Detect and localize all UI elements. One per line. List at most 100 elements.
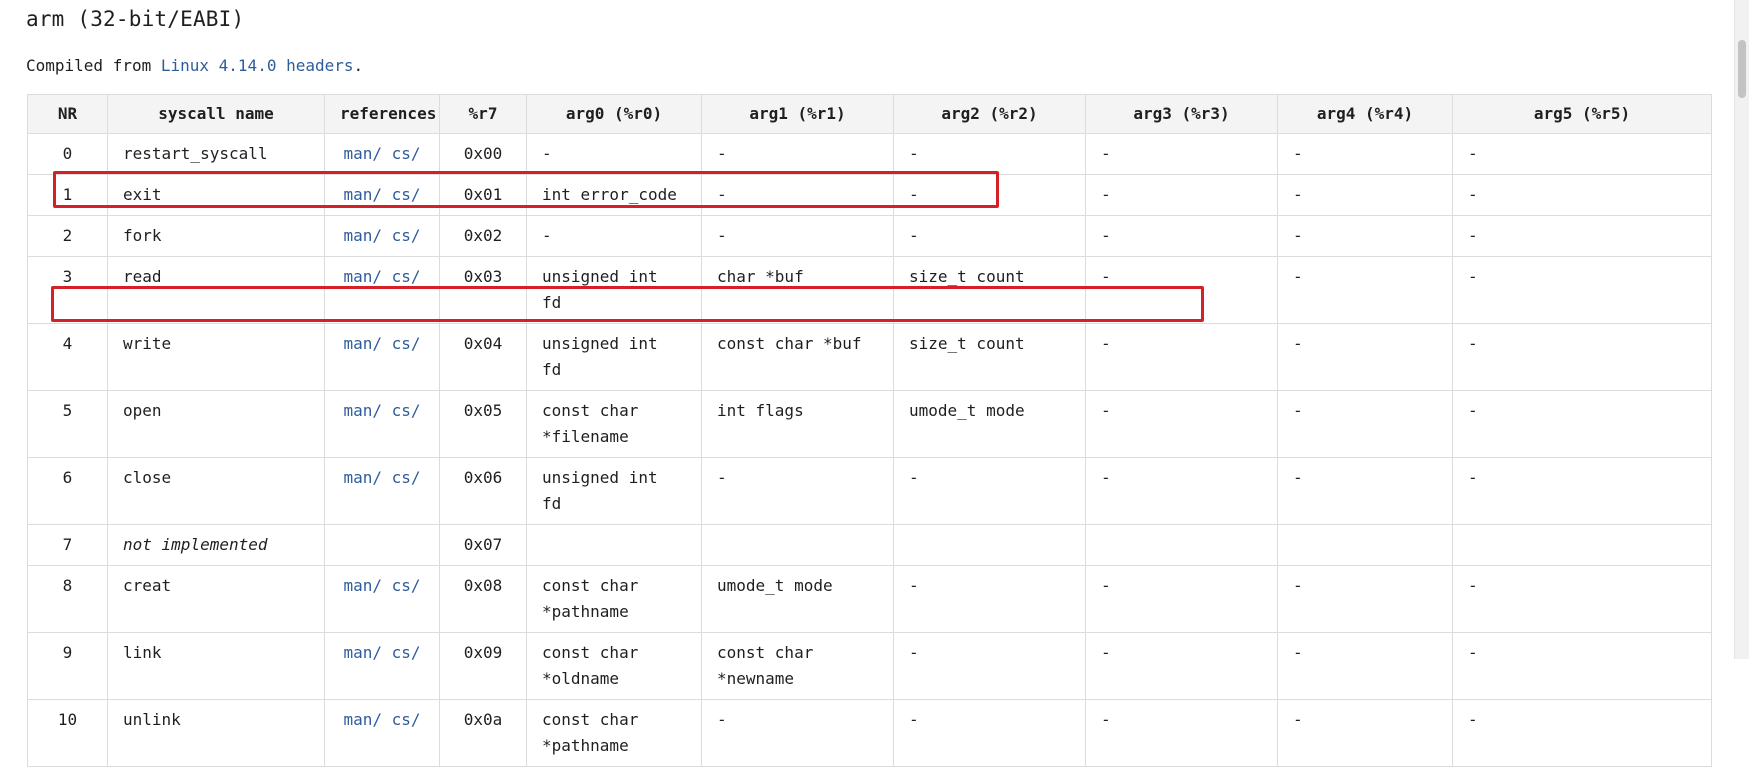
arg0-value [526,524,702,566]
r7-value: 0x07 [439,524,527,566]
row-nr: 8 [27,565,108,633]
row-nr: 5 [27,390,108,458]
arg5-value: - [1452,174,1712,216]
arg5-value: - [1452,215,1712,257]
cs-link[interactable]: cs/ [392,144,421,163]
man-link[interactable]: man/ [343,468,382,487]
arg3-value: - [1085,699,1278,767]
cs-link[interactable]: cs/ [392,185,421,204]
col-header-arg1: arg1 (%r1) [701,94,894,134]
arg2-value: umode_t mode [893,390,1086,458]
row-nr: 3 [27,256,108,324]
man-link[interactable]: man/ [343,576,382,595]
arg0-value: const char *filename [526,390,702,458]
cs-link[interactable]: cs/ [392,226,421,245]
arg1-value: const char *buf [701,323,894,391]
col-header-arg0: arg0 (%r0) [526,94,702,134]
arg4-value: - [1277,215,1453,257]
man-link[interactable]: man/ [343,643,382,662]
row-nr: 0 [27,133,108,175]
col-header-arg5: arg5 (%r5) [1452,94,1712,134]
references-cell: man/ cs/ [324,174,440,216]
references-cell: man/ cs/ [324,390,440,458]
r7-value: 0x03 [439,256,527,324]
arg2-value: - [893,457,1086,525]
arg0-value: unsigned int fd [526,323,702,391]
arg2-value: - [893,632,1086,700]
table-row: 9 link man/ cs/ 0x09 const char *oldname… [27,632,1712,700]
table-row: 5 open man/ cs/ 0x05 const char *filenam… [27,390,1712,458]
man-link[interactable]: man/ [343,144,382,163]
syscall-name: read [107,256,325,324]
table-row: 4 write man/ cs/ 0x04 unsigned int fd co… [27,323,1712,391]
arg0-value: - [526,215,702,257]
cs-link[interactable]: cs/ [392,401,421,420]
table-row: 8 creat man/ cs/ 0x08 const char *pathna… [27,565,1712,633]
table-row: 2 fork man/ cs/ 0x02 - - - - - - [27,215,1712,257]
cs-link[interactable]: cs/ [392,334,421,353]
cs-link[interactable]: cs/ [392,576,421,595]
arg5-value: - [1452,390,1712,458]
references-cell: man/ cs/ [324,565,440,633]
intro-prefix: Compiled from [26,56,161,75]
r7-value: 0x06 [439,457,527,525]
cs-link[interactable]: cs/ [392,267,421,286]
r7-value: 0x05 [439,390,527,458]
col-header-nr: NR [27,94,108,134]
man-link[interactable]: man/ [343,267,382,286]
col-header-arg2: arg2 (%r2) [893,94,1086,134]
arg0-value: int error_code [526,174,702,216]
arg2-value: - [893,565,1086,633]
arg3-value: - [1085,256,1278,324]
arg2-value: size_t count [893,323,1086,391]
arg1-value: int flags [701,390,894,458]
r7-value: 0x04 [439,323,527,391]
scrollbar-thumb[interactable] [1738,40,1746,98]
arg2-value [893,524,1086,566]
arg0-value: - [526,133,702,175]
man-link[interactable]: man/ [343,334,382,353]
r7-value: 0x0a [439,699,527,767]
references-cell: man/ cs/ [324,133,440,175]
row-nr: 2 [27,215,108,257]
arg5-value: - [1452,632,1712,700]
row-nr: 1 [27,174,108,216]
row-nr: 10 [27,699,108,767]
col-header-arg3: arg3 (%r3) [1085,94,1278,134]
arg2-value: - [893,174,1086,216]
arg2-value: - [893,215,1086,257]
cs-link[interactable]: cs/ [392,643,421,662]
arg3-value: - [1085,457,1278,525]
syscall-name: fork [107,215,325,257]
row-nr: 7 [27,524,108,566]
syscall-name: restart_syscall [107,133,325,175]
man-link[interactable]: man/ [343,185,382,204]
man-link[interactable]: man/ [343,710,382,729]
arg4-value: - [1277,133,1453,175]
table-row: 3 read man/ cs/ 0x03 unsigned int fd cha… [27,256,1712,324]
vertical-scrollbar[interactable] [1734,0,1749,659]
cs-link[interactable]: cs/ [392,710,421,729]
man-link[interactable]: man/ [343,401,382,420]
table-row: 7 not implemented 0x07 [27,524,1712,566]
syscall-name: open [107,390,325,458]
r7-value: 0x09 [439,632,527,700]
arg3-value: - [1085,632,1278,700]
intro-suffix: . [353,56,364,75]
table-header-row: NR syscall name references %r7 arg0 (%r0… [27,94,1712,134]
arg4-value: - [1277,632,1453,700]
man-link[interactable]: man/ [343,226,382,245]
arg1-value [701,524,894,566]
references-cell [324,524,440,566]
table-row: 0 restart_syscall man/ cs/ 0x00 - - - - … [27,133,1712,175]
arg0-value: const char *pathname [526,565,702,633]
references-cell: man/ cs/ [324,256,440,324]
linux-headers-link[interactable]: Linux 4.14.0 headers [161,56,354,75]
intro-text: Compiled from Linux 4.14.0 headers. [26,56,363,75]
references-cell: man/ cs/ [324,632,440,700]
arg5-value: - [1452,133,1712,175]
references-cell: man/ cs/ [324,457,440,525]
arg2-value: - [893,133,1086,175]
arg4-value: - [1277,565,1453,633]
cs-link[interactable]: cs/ [392,468,421,487]
